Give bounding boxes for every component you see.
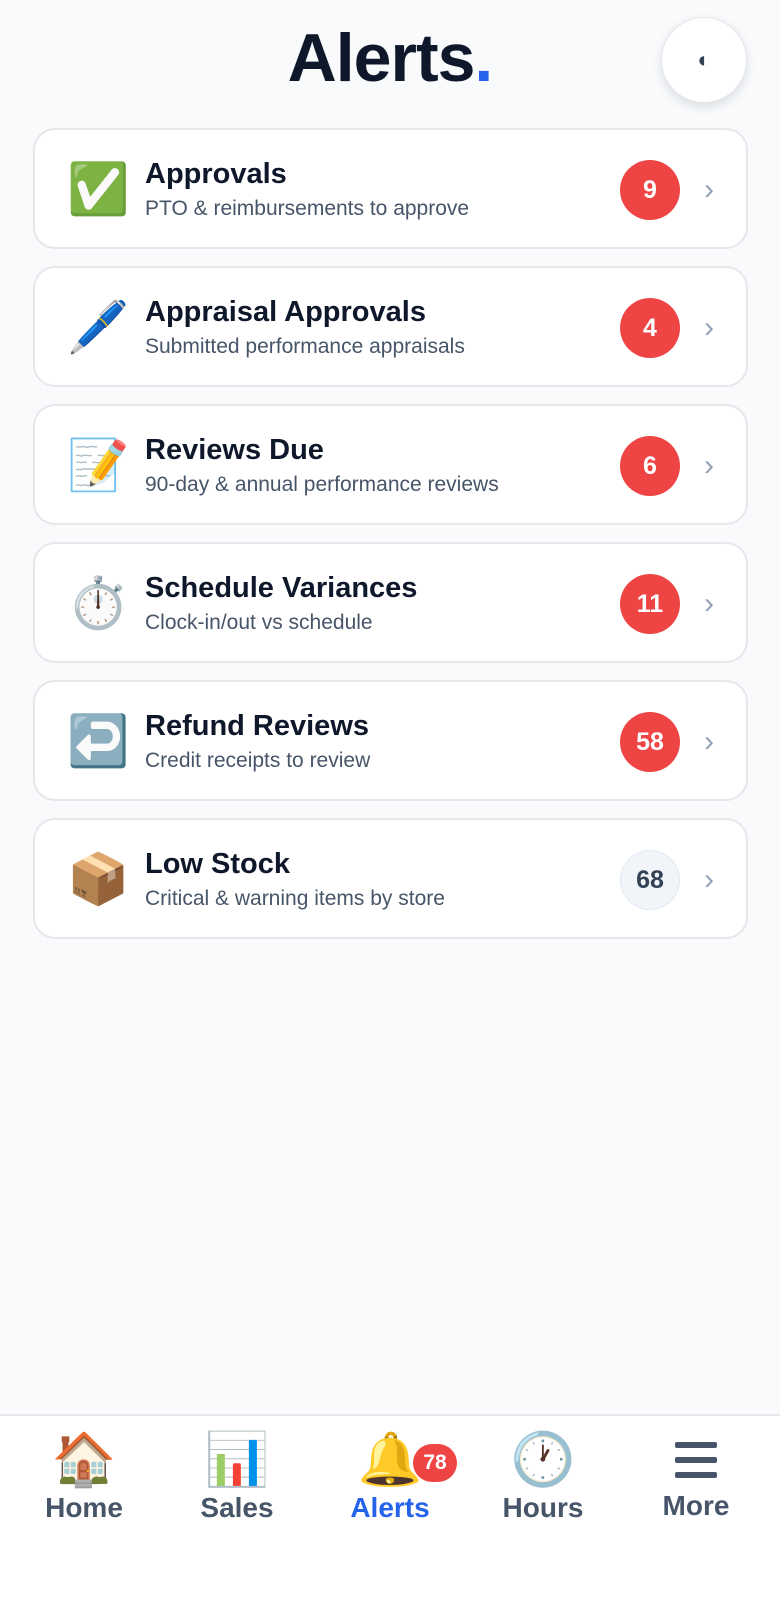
- contrast-icon: ◐: [697, 47, 711, 72]
- count-badge: 6: [620, 436, 680, 496]
- alert-title: Schedule Variances: [145, 572, 418, 604]
- count-badge: 4: [620, 298, 680, 358]
- theme-toggle-button[interactable]: ◐: [661, 17, 747, 103]
- notification-badge: 78: [413, 1444, 457, 1482]
- count-badge: 11: [620, 574, 680, 634]
- alert-subtitle: Submitted performance appraisals: [145, 335, 465, 358]
- alert-subtitle: Credit receipts to review: [145, 749, 371, 772]
- tab-label: More: [662, 1490, 730, 1521]
- alert-card-low-stock[interactable]: 📦 Low Stock Critical & warning items by …: [33, 818, 748, 939]
- tab-home[interactable]: 🏠 Home: [9, 1430, 159, 1540]
- alert-card-appraisal-approvals[interactable]: 🖊️ Appraisal Approvals Submitted perform…: [33, 266, 748, 387]
- hamburger-menu-icon: [675, 1440, 717, 1480]
- bar-chart-icon: 📊: [204, 1430, 270, 1490]
- alert-card-approvals[interactable]: ✅ Approvals PTO & reimbursements to appr…: [33, 128, 748, 249]
- count-badge: 68: [620, 850, 680, 910]
- tab-label: Home: [45, 1492, 123, 1523]
- chevron-right-icon: ›: [704, 725, 714, 758]
- clock-icon: 🕐: [510, 1430, 576, 1490]
- page-title-text: Alerts: [287, 20, 476, 96]
- package-icon: 📦: [67, 850, 130, 908]
- chevron-right-icon: ›: [704, 173, 714, 206]
- alert-title: Approvals: [145, 158, 287, 190]
- header: Alerts. ◐: [0, 0, 780, 120]
- count-badge: 9: [620, 160, 680, 220]
- pen-icon: 🖊️: [67, 298, 130, 356]
- tab-sales[interactable]: 📊 Sales: [162, 1430, 312, 1540]
- alert-subtitle: 90-day & annual performance reviews: [145, 473, 499, 496]
- bottom-tab-bar: 🏠 Home 📊 Sales 🔔 Alerts 78 🕐 Hours More: [0, 1414, 780, 1600]
- chevron-right-icon: ›: [704, 311, 714, 344]
- memo-icon: 📝: [67, 436, 130, 494]
- alert-subtitle: Critical & warning items by store: [145, 887, 445, 910]
- count-badge: 58: [620, 712, 680, 772]
- check-mark-icon: ✅: [67, 160, 130, 218]
- alert-title: Appraisal Approvals: [145, 296, 426, 328]
- tab-more[interactable]: More: [621, 1430, 771, 1540]
- alert-title: Reviews Due: [145, 434, 324, 466]
- alerts-screen: Alerts. ◐ ✅ Approvals PTO & reimbursemen…: [0, 0, 780, 1600]
- alert-card-schedule-variances[interactable]: ⏱️ Schedule Variances Clock-in/out vs sc…: [33, 542, 748, 663]
- tab-label: Sales: [200, 1492, 274, 1523]
- alert-card-refund-reviews[interactable]: ↩️ Refund Reviews Credit receipts to rev…: [33, 680, 748, 801]
- alert-title: Low Stock: [145, 848, 291, 880]
- tab-label: Hours: [502, 1492, 584, 1523]
- return-arrow-icon: ↩️: [67, 712, 130, 770]
- tab-label: Alerts: [350, 1492, 430, 1523]
- title-dot: .: [474, 20, 493, 96]
- stopwatch-icon: ⏱️: [67, 574, 130, 632]
- alerts-list: ✅ Approvals PTO & reimbursements to appr…: [33, 128, 748, 956]
- alert-card-reviews-due[interactable]: 📝 Reviews Due 90-day & annual performanc…: [33, 404, 748, 525]
- tab-hours[interactable]: 🕐 Hours: [468, 1430, 618, 1540]
- chevron-right-icon: ›: [704, 863, 714, 896]
- alert-title: Refund Reviews: [145, 710, 369, 742]
- house-icon: 🏠: [51, 1430, 117, 1490]
- chevron-right-icon: ›: [704, 587, 714, 620]
- chevron-right-icon: ›: [704, 449, 714, 482]
- alert-subtitle: Clock-in/out vs schedule: [145, 611, 373, 634]
- alert-subtitle: PTO & reimbursements to approve: [145, 197, 470, 220]
- tab-alerts[interactable]: 🔔 Alerts 78: [315, 1430, 465, 1540]
